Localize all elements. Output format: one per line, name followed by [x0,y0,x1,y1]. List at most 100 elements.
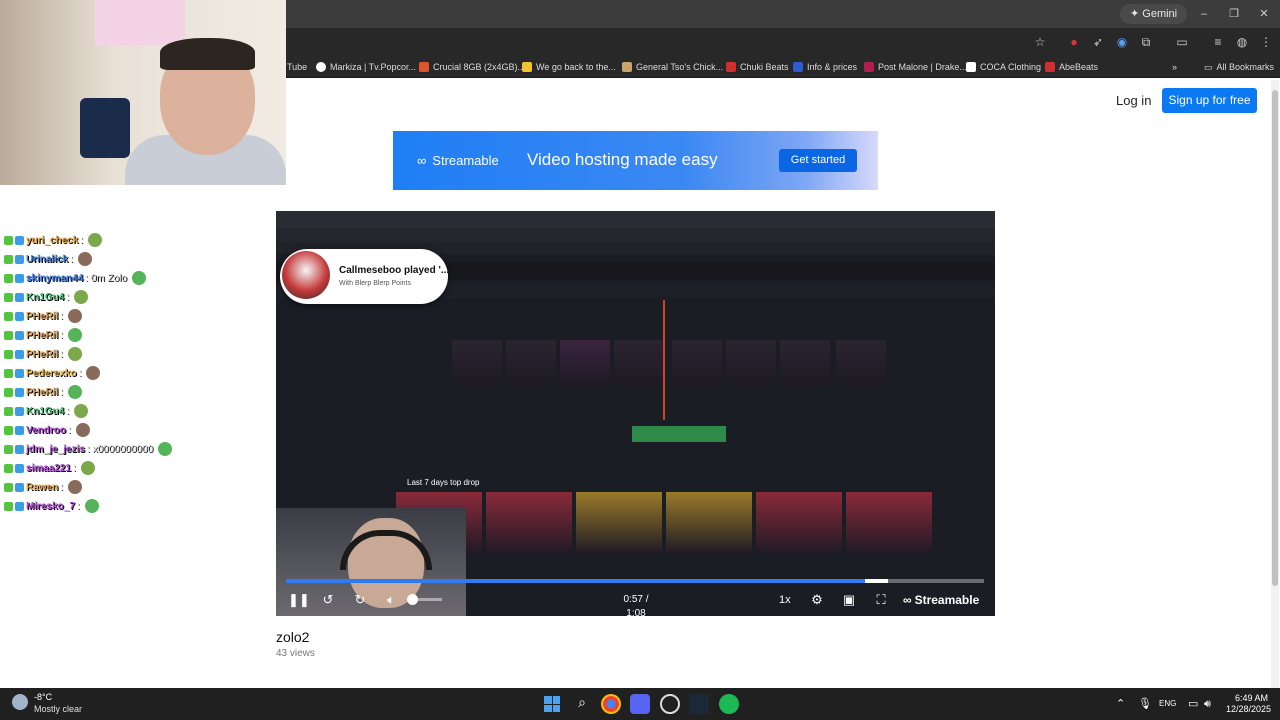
tray-chevron-icon[interactable]: ⌃ [1116,698,1125,710]
bookmark-item[interactable]: Markiza | Tv.Popcor... [316,56,416,78]
clock-date[interactable]: 12/28/2025 [1226,704,1271,715]
forward-icon[interactable]: ↻ [352,592,368,608]
chat-message: PHeRil: [4,308,83,324]
bookmark-item[interactable]: Chuki Beats [726,56,789,78]
bookmark-item[interactable]: We go back to the... [522,56,616,78]
weather-temperature[interactable]: -8°C [34,692,52,703]
chat-message-text: : [78,367,82,379]
chat-message: Kn1Gu4: [4,289,89,305]
obs-icon[interactable] [660,694,680,714]
chat-badge-icon [4,254,13,264]
extensions-puzzle-icon[interactable]: ⧉ [1138,34,1154,50]
bookmark-label: General Tso's Chick... [636,62,724,72]
bookmark-star-icon[interactable]: ☆ [1032,34,1048,50]
search-icon[interactable]: ⌕ [572,694,592,714]
chat-username[interactable]: PHeRil [26,311,58,322]
chat-badge-icon [4,368,13,378]
bookmark-item[interactable]: Crucial 8GB (2x4GB)... [419,56,525,78]
minimize-button[interactable]: – [1190,5,1218,23]
chat-username[interactable]: Kn1Gu4 [26,292,64,303]
chat-username[interactable]: skinyman44 [26,273,83,284]
chrome-icon[interactable] [601,694,621,714]
gemini-button[interactable]: ✦ Gemini [1120,4,1188,24]
bookmark-item[interactable]: Info & prices [793,56,857,78]
discord-icon[interactable] [630,694,650,714]
all-bookmarks-label: All Bookmarks [1216,62,1275,72]
gemini-label: Gemini [1142,8,1178,20]
chat-message-text: : [60,386,64,398]
extension-icon[interactable]: ➶ [1090,34,1106,50]
video-frame-case-item [836,340,886,386]
chat-username[interactable]: PHeRil [26,330,58,341]
page-scrollbar-thumb[interactable] [1272,90,1278,586]
fullscreen-icon[interactable]: ⛶ [873,592,889,608]
media-control-icon[interactable]: ≡ [1210,34,1226,50]
notification-avatar [282,251,330,299]
menu-kebab-icon[interactable]: ⋮ [1258,34,1274,50]
chat-username[interactable]: Kn1Gu4 [26,406,64,417]
chat-username[interactable]: Miresko_7 [26,501,75,512]
volume-icon[interactable]: 🔈︎ [383,592,399,608]
video-frame-open-button [632,426,726,442]
profile-avatar-icon[interactable]: ◍ [1234,34,1250,50]
chat-message: Vendroo: [4,422,90,438]
chat-emote-icon [78,252,93,266]
video-frame-drop-card [486,492,572,554]
volume-knob[interactable] [407,594,418,605]
settings-gear-icon[interactable]: ⚙ [809,592,825,608]
chat-username[interactable]: simaa221 [26,463,71,474]
notification-subtitle: With Blerp Blerp Points [339,280,411,287]
video-frame-top-drops [396,492,936,554]
weather-icon[interactable] [12,694,28,710]
rewind-icon[interactable]: ↺ [320,592,336,608]
get-started-button[interactable]: Get started [779,149,857,172]
bookmarks-overflow-icon[interactable]: » [1172,56,1177,78]
player-brand[interactable]: ∞ Streamable [903,592,979,608]
close-button[interactable]: ✕ [1250,5,1278,23]
bookmark-item[interactable]: Post Malone | Drake... [864,56,967,78]
chat-username[interactable]: yuri_check [26,235,78,246]
pause-icon[interactable]: ❚❚ [288,592,310,608]
picture-in-picture-icon[interactable]: ▣ [841,592,857,608]
extension-icon[interactable]: ◉ [1114,34,1130,50]
chat-badge-icon [4,406,13,416]
language-indicator[interactable]: ENG [1159,699,1176,709]
chat-username[interactable]: jdm_je_jezis [26,444,85,455]
clock-time[interactable]: 6:49 AM [1226,693,1268,704]
spotify-icon[interactable] [719,694,739,714]
maximize-button[interactable]: ❐ [1220,5,1248,23]
tab-search-icon[interactable]: ▭ [1174,34,1190,50]
all-bookmarks[interactable]: ▭ All Bookmarks [1204,56,1274,78]
chat-username[interactable]: Vendroo [26,425,66,436]
bookmark-item[interactable]: General Tso's Chick... [622,56,723,78]
bookmark-label: Tube [287,62,308,72]
windows-start-icon[interactable] [544,696,560,712]
chat-message-text: : [73,462,76,474]
chat-badge-icon [4,273,13,283]
signup-button[interactable]: Sign up for free [1162,88,1257,113]
chat-badge-icon [15,482,24,492]
bookmark-item[interactable]: AbeBeats [1045,56,1098,78]
banner-tagline: Video hosting made easy [527,150,718,169]
chat-username[interactable]: PHeRil [26,387,58,398]
extension-icon[interactable]: ● [1066,34,1082,50]
bookmark-item[interactable]: COCA Clothing [966,56,1041,78]
chat-emote-icon [131,271,146,285]
login-link[interactable]: Log in [1116,91,1160,111]
chat-message-text: : [66,405,70,417]
chat-badge-icon [4,349,13,359]
chat-username[interactable]: Pederexko [26,368,77,379]
chat-username[interactable]: Urinalick [26,254,68,265]
chat-username[interactable]: Rawen [26,482,58,493]
chat-badge-icon [15,311,24,321]
weather-condition[interactable]: Mostly clear [34,704,82,715]
playback-speed-button[interactable]: 1x [779,592,795,608]
steam-icon[interactable] [689,694,709,714]
chat-username[interactable]: PHeRil [26,349,58,360]
network-icon[interactable]: ▭ [1188,698,1198,710]
chat-badge-icon [15,349,24,359]
speaker-icon[interactable]: 🔊︎ [1204,698,1211,710]
bookmark-item[interactable]: Tube [287,56,307,78]
bookmark-label: Info & prices [807,62,858,72]
microphone-icon[interactable]: 🎙︎ [1138,698,1152,710]
